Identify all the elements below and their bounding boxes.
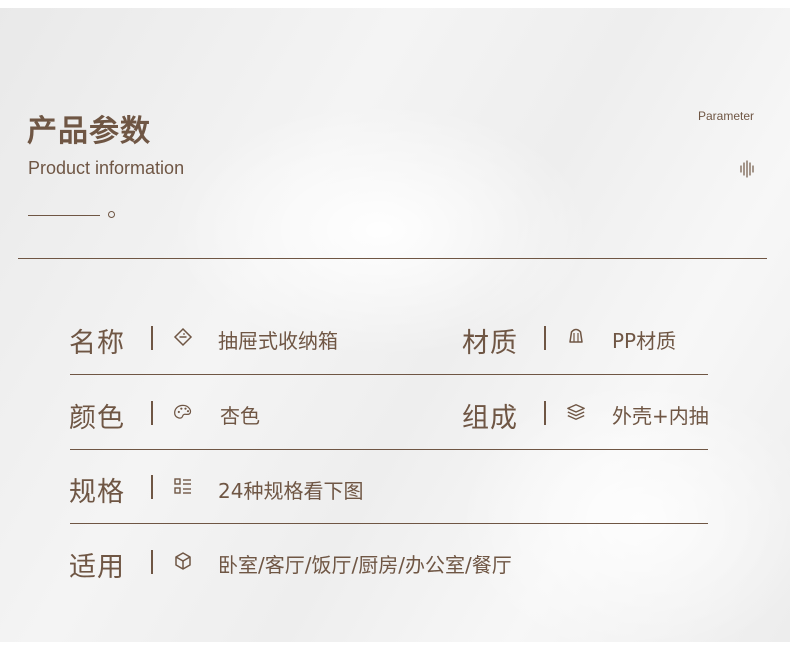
param-value-usage: 卧室/客厅/饭厅/厨房/办公室/餐厅: [218, 553, 512, 577]
decor-circle: [108, 211, 115, 218]
row-divider: [70, 449, 708, 450]
param-label-composition: 组成: [462, 403, 518, 434]
tag-diamond-icon: [173, 327, 193, 347]
param-value-composition: 外壳+内抽: [612, 404, 709, 428]
separator-bar: [151, 475, 153, 499]
top-border: [0, 0, 790, 8]
page-subtitle: Product information: [28, 158, 185, 178]
row-divider: [70, 523, 708, 524]
parameter-tag: Parameter: [697, 109, 754, 123]
box-icon: [175, 552, 191, 570]
separator-bar: [544, 401, 546, 425]
param-value-spec: 24种规格看下图: [218, 479, 364, 503]
param-label-color: 颜色: [69, 403, 125, 434]
param-label-spec: 规格: [69, 477, 125, 508]
param-label-material: 材质: [462, 328, 518, 359]
bell-icon: [569, 328, 583, 343]
row-divider: [70, 374, 708, 375]
decor-short-line: [28, 215, 100, 216]
list-icon: [174, 478, 191, 494]
bottom-border: [0, 642, 790, 671]
sound-wave-icon: [740, 160, 754, 178]
separator-bar: [544, 326, 546, 350]
param-value-color: 杏色: [220, 404, 260, 428]
layers-icon: [567, 404, 585, 420]
header-divider: [18, 258, 767, 259]
palette-icon: [174, 404, 192, 419]
param-label-name: 名称: [69, 328, 125, 359]
separator-bar: [151, 326, 153, 350]
separator-bar: [151, 550, 153, 574]
param-value-material: PP材质: [612, 329, 677, 353]
separator-bar: [151, 401, 153, 425]
param-value-name: 抽屉式收纳箱: [218, 329, 338, 353]
page-title: 产品参数: [27, 114, 151, 149]
param-label-usage: 适用: [69, 552, 125, 583]
